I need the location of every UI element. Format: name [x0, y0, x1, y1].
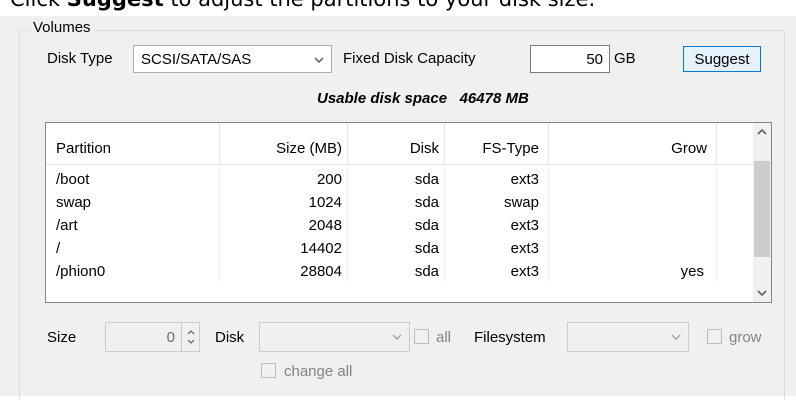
cell-size: 200 — [220, 167, 348, 190]
capacity-input[interactable]: 50 — [530, 45, 610, 73]
size-stepper[interactable]: 0 — [105, 322, 200, 352]
cell-grow — [549, 190, 717, 213]
column-header-fs-type[interactable]: FS-Type — [445, 123, 549, 165]
cell-disk: sda — [348, 213, 445, 236]
disk-type-label: Disk Type — [47, 50, 113, 67]
cell-grow — [549, 167, 717, 190]
table-row[interactable]: swap 1024 sda swap — [46, 190, 754, 213]
suggest-button[interactable]: Suggest — [683, 46, 761, 72]
filesystem-select[interactable] — [567, 322, 689, 352]
cell-fs-type: ext3 — [445, 167, 549, 190]
cell-partition: /phion0 — [46, 259, 220, 282]
table-header: Partition Size (MB) Disk FS-Type Grow — [46, 123, 754, 165]
table-row[interactable]: /boot 200 sda ext3 — [46, 167, 754, 190]
volumes-legend: Volumes — [30, 19, 94, 36]
table-row[interactable]: / 14402 sda ext3 — [46, 236, 754, 259]
cell-disk: sda — [348, 190, 445, 213]
vertical-scrollbar[interactable] — [753, 123, 771, 302]
cell-grow — [549, 213, 717, 236]
grow-label: grow — [729, 329, 762, 346]
cell-grow: yes — [549, 259, 717, 282]
usable-value: 46478 MB — [459, 90, 529, 107]
usable-label: Usable disk space — [317, 90, 448, 107]
column-header-grow[interactable]: Grow — [549, 123, 717, 165]
filesystem-label: Filesystem — [474, 329, 546, 346]
cell-disk: sda — [348, 236, 445, 259]
cell-grow — [549, 236, 717, 259]
partition-table[interactable]: Partition Size (MB) Disk FS-Type Grow /b… — [45, 122, 772, 303]
instruction-bold: Suggest — [67, 0, 164, 11]
disk-select[interactable] — [259, 322, 410, 352]
spin-updown-icon — [187, 330, 195, 344]
cell-fs-type: ext3 — [445, 213, 549, 236]
chevron-up-icon[interactable] — [753, 123, 771, 141]
all-checkbox[interactable] — [414, 329, 429, 344]
change-all-label: change all — [284, 363, 353, 380]
cell-partition: swap — [46, 190, 220, 213]
all-label: all — [436, 329, 452, 346]
table-row[interactable]: /art 2048 sda ext3 — [46, 213, 754, 236]
disk-type-value: SCSI/SATA/SAS — [141, 51, 252, 68]
cell-partition: / — [46, 236, 220, 259]
column-header-disk[interactable]: Disk — [348, 123, 445, 165]
cell-partition: /boot — [46, 167, 220, 190]
column-header-size[interactable]: Size (MB) — [220, 123, 348, 165]
cell-size: 14402 — [220, 236, 348, 259]
chevron-down-icon[interactable] — [753, 284, 771, 302]
change-all-checkbox[interactable] — [261, 363, 276, 378]
cell-fs-type: swap — [445, 190, 549, 213]
size-label: Size — [47, 329, 77, 346]
chevron-down-icon — [314, 57, 324, 63]
cell-partition: /art — [46, 213, 220, 236]
cell-size: 2048 — [220, 213, 348, 236]
column-header-partition[interactable]: Partition — [46, 123, 220, 165]
scrollbar-thumb[interactable] — [754, 161, 770, 257]
grow-checkbox[interactable] — [707, 329, 722, 344]
cell-size: 28804 — [220, 259, 348, 282]
cell-fs-type: ext3 — [445, 259, 549, 282]
fixed-capacity-label: Fixed Disk Capacity — [343, 50, 476, 67]
disk-label: Disk — [215, 329, 245, 346]
table-row[interactable]: /phion0 28804 sda ext3 yes — [46, 259, 754, 282]
capacity-unit: GB — [614, 50, 636, 67]
disk-type-select[interactable]: SCSI/SATA/SAS — [133, 45, 332, 73]
stepper-arrows[interactable] — [181, 323, 199, 351]
chevron-down-icon — [671, 334, 681, 340]
instruction-text: Click Suggest to adjust the partitions t… — [10, 0, 595, 11]
cell-size: 1024 — [220, 190, 348, 213]
size-value: 0 — [166, 329, 175, 346]
cell-fs-type: ext3 — [445, 236, 549, 259]
cell-disk: sda — [348, 259, 445, 282]
chevron-down-icon — [392, 334, 402, 340]
cell-disk: sda — [348, 167, 445, 190]
usable-disk-space: Usable disk space 46478 MB — [317, 90, 529, 107]
